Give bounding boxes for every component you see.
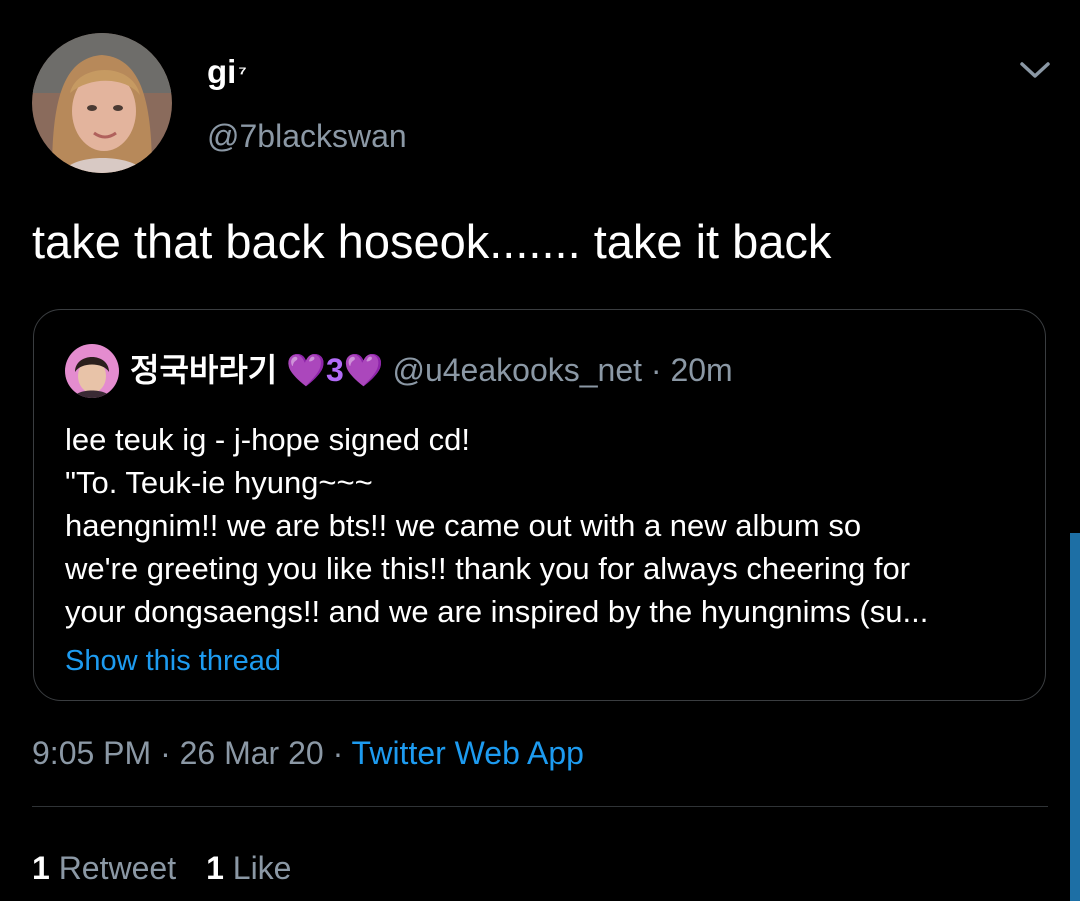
author-handle[interactable]: @7blackswan	[207, 116, 407, 156]
tweet-source-link[interactable]: Twitter Web App	[352, 735, 584, 771]
chevron-down-icon[interactable]	[1018, 58, 1052, 82]
engagement-stats: 1 Retweet 1 Like	[32, 846, 291, 890]
likes-count: 1	[206, 850, 224, 886]
author-name-suffix: ⁷	[238, 63, 247, 85]
tweet-metadata: 9:05 PM · 26 Mar 20 · Twitter Web App	[32, 731, 584, 775]
quoted-display-name[interactable]: 정국바라기	[130, 352, 277, 388]
quoted-header: 정국바라기 💜3💜 @u4eakooks_net · 20m	[130, 348, 733, 392]
retweets-label: Retweet	[58, 850, 177, 886]
profile-photo	[32, 33, 172, 173]
retweets-count: 1	[32, 850, 50, 886]
likes-stat[interactable]: 1 Like	[206, 850, 291, 886]
scrollbar[interactable]	[1070, 533, 1080, 901]
likes-label: Like	[232, 850, 292, 886]
quoted-time: · 20m	[650, 352, 733, 388]
tweet-timestamp[interactable]: 9:05 PM · 26 Mar 20 ·	[32, 735, 352, 771]
quoted-tweet-card[interactable]: 정국바라기 💜3💜 @u4eakooks_net · 20m lee teuk …	[33, 309, 1046, 701]
quoted-handle[interactable]: @u4eakooks_net	[392, 352, 642, 388]
quoted-text-line: we're greeting you like this!! thank you…	[65, 551, 911, 586]
author-avatar[interactable]	[32, 33, 172, 173]
quoted-text-line: lee teuk ig - j-hope signed cd!	[65, 422, 470, 457]
show-thread-link[interactable]: Show this thread	[65, 642, 281, 680]
profile-photo	[65, 344, 119, 398]
quoted-text-line: your dongsaengs!! and we are inspired by…	[65, 594, 929, 629]
quoted-text-line: haengnim!! we are bts!! we came out with…	[65, 508, 862, 543]
quoted-tweet-text: lee teuk ig - j-hope signed cd! "To. Teu…	[65, 418, 1025, 633]
quoted-text-line: "To. Teuk-ie hyung~~~	[65, 465, 373, 500]
quoted-name-emoji: 💜3💜	[286, 352, 384, 388]
quoted-author-avatar[interactable]	[65, 344, 119, 398]
tweet-text: take that back hoseok....... take it bac…	[32, 215, 832, 268]
divider	[32, 806, 1048, 807]
author-name-text: gi	[207, 53, 237, 90]
author-display-name[interactable]: gi ⁷	[207, 52, 247, 92]
retweets-stat[interactable]: 1 Retweet	[32, 850, 176, 886]
